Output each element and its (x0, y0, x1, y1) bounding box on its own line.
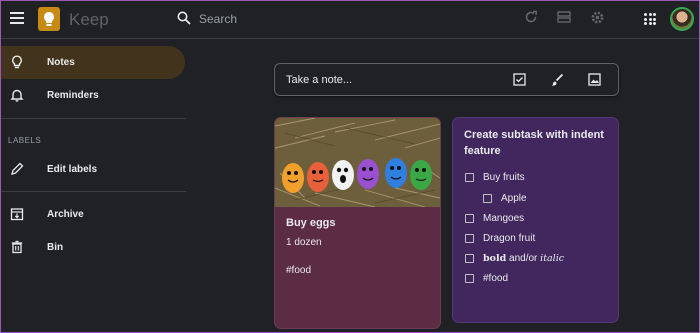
note-card-subtasks[interactable]: Create subtask with indent feature Buy f… (452, 117, 619, 323)
sidebar-divider (1, 191, 186, 192)
search-icon[interactable] (177, 11, 191, 25)
search-input[interactable] (199, 9, 499, 29)
list-view-icon[interactable] (557, 10, 571, 24)
checkbox[interactable] (465, 233, 474, 243)
checkbox[interactable] (465, 213, 474, 223)
sidebar-item-label: Reminders (47, 90, 99, 101)
checkbox[interactable] (465, 253, 474, 263)
sidebar-item-bin[interactable]: Bin (1, 231, 185, 264)
take-note-input[interactable] (286, 72, 486, 88)
checklist-item[interactable]: Dragon fruit (465, 231, 535, 245)
note-image-eggs (275, 118, 440, 207)
refresh-icon[interactable] (524, 10, 538, 24)
checkbox[interactable] (465, 172, 474, 182)
checkbox[interactable] (483, 193, 492, 203)
checklist-item-text: Buy fruits (483, 171, 525, 183)
sidebar-item-label: Archive (47, 209, 84, 220)
note-card-buy-eggs[interactable]: Buy eggs 1 dozen #food (274, 117, 441, 329)
checklist-item[interactable]: #food (465, 271, 508, 285)
italic-text: italic (540, 252, 565, 264)
keep-logo-icon[interactable] (38, 7, 60, 31)
plain-text: and/or (506, 252, 541, 264)
new-list-checkbox-icon[interactable] (513, 73, 526, 86)
checklist-item[interactable]: Buy fruits (465, 170, 525, 184)
app-title: Keep (69, 10, 109, 29)
sidebar-item-label: Notes (47, 57, 75, 68)
apps-grid-icon[interactable] (644, 13, 656, 25)
sidebar-item-label: Bin (47, 242, 64, 253)
note-title: Create subtask with indent feature (464, 129, 604, 157)
note-body-line: #food (286, 265, 312, 276)
checklist-item[interactable]: Mangoes (465, 211, 524, 225)
settings-icon[interactable] (590, 10, 605, 25)
checklist-item-text: Apple (501, 192, 527, 204)
labels-heading: LABELS (8, 136, 42, 145)
new-drawing-brush-icon[interactable] (550, 73, 564, 87)
sidebar-item-label: Edit labels (47, 164, 98, 175)
sidebar-item-reminders[interactable]: Reminders (1, 79, 185, 112)
checklist-item[interactable]: bold and/or italic (465, 251, 564, 265)
checklist-item-text: Dragon fruit (483, 232, 536, 244)
checklist-item-text: bold and/or italic (483, 253, 564, 264)
checklist-item-text: #food (483, 272, 509, 284)
sidebar-item-archive[interactable]: Archive (1, 198, 185, 231)
avatar[interactable] (670, 7, 694, 31)
pencil-icon (11, 162, 24, 175)
checklist-subitem[interactable]: Apple (483, 191, 527, 205)
bell-icon (10, 89, 24, 102)
note-body-line: 1 dozen (286, 237, 322, 248)
checkbox[interactable] (465, 273, 474, 283)
archive-icon (10, 208, 24, 221)
main-menu-icon[interactable] (10, 12, 24, 24)
trash-icon (11, 240, 23, 254)
sidebar: Notes Reminders LABELS Edit labels Archi… (1, 40, 187, 333)
lightbulb-icon (12, 55, 22, 69)
take-note-bar[interactable] (274, 63, 619, 96)
top-bar: Keep (1, 1, 699, 39)
note-title: Buy eggs (286, 217, 336, 229)
bold-text: bold (483, 252, 507, 264)
sidebar-divider (1, 118, 186, 119)
sidebar-item-edit-labels[interactable]: Edit labels (1, 153, 185, 186)
new-image-icon[interactable] (588, 73, 601, 86)
checklist-item-text: Mangoes (483, 212, 525, 224)
sidebar-item-notes[interactable]: Notes (1, 46, 185, 79)
